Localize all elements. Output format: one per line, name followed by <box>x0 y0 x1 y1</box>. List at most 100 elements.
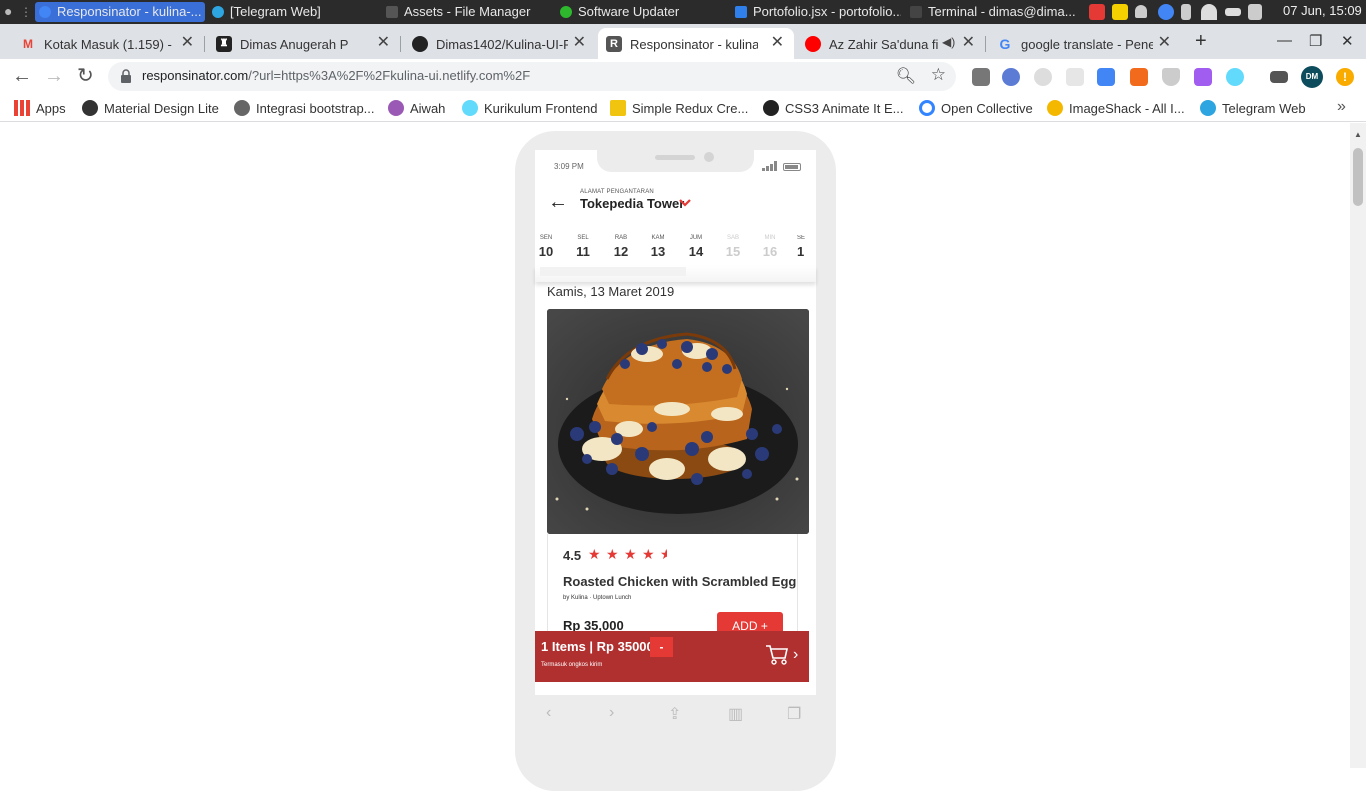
taskbar-item-software-updater[interactable]: Software Updater <box>556 2 726 22</box>
cart-summary: 1 Items | Rp 35000 <box>541 639 654 654</box>
chevron-down-icon[interactable] <box>678 197 692 209</box>
food-card[interactable]: 4.5 ★ ★ ★ ★ ★ Roasted Chicken with Scram… <box>547 309 809 644</box>
taskbar-item-responsinator[interactable]: Responsinator - kulina-... <box>35 2 205 22</box>
volume-icon[interactable] <box>1248 4 1262 20</box>
tab-dimas[interactable]: ♜ Dimas Anugerah P ✕ <box>208 28 401 59</box>
tab-responsinator[interactable]: R Responsinator - kulina- ✕ <box>598 28 794 59</box>
chart-extension-icon[interactable] <box>1130 68 1148 86</box>
day-selector-item[interactable]: RAB 12 <box>606 235 636 259</box>
minimize-icon[interactable]: — <box>1277 32 1292 49</box>
day-selector-item[interactable]: SEL 11 <box>568 235 598 259</box>
taskbar-label: Assets - File Manager <box>404 4 531 19</box>
translate-extension-icon[interactable] <box>1097 68 1115 86</box>
taskbar-item-vscode[interactable]: Portofolio.jsx - portofolio... <box>731 2 901 22</box>
extension-icon[interactable] <box>1066 68 1084 86</box>
battery-tray-icon[interactable] <box>1225 8 1241 16</box>
taskbar-label: Software Updater <box>578 4 680 19</box>
chrome-tray-icon[interactable] <box>1158 4 1174 20</box>
bookmark-integrasi-bootstrap[interactable]: Integrasi bootstrap... <box>234 100 375 117</box>
food-photo[interactable] <box>547 309 809 534</box>
bookmark-star-icon[interactable]: ☆ <box>931 65 946 85</box>
day-selector-item[interactable]: SE 1 <box>797 235 811 259</box>
new-tab-icon[interactable]: + <box>1195 30 1207 53</box>
day-selector-item[interactable]: KAM 13 <box>643 235 673 259</box>
tabs-icon[interactable]: ❐ <box>787 704 801 724</box>
tab-github[interactable]: Dimas1402/Kulina-UI-Pl ✕ <box>404 28 596 59</box>
bookmark-simple-redux[interactable]: Simple Redux Cre... <box>610 100 748 117</box>
apple-logo-icon[interactable]: ● <box>4 3 18 19</box>
bookmark-telegram-web[interactable]: Telegram Web <box>1200 100 1306 117</box>
extension-icon[interactable] <box>1034 68 1052 86</box>
page-scrollbar[interactable] <box>1350 123 1366 768</box>
bookmark-material-design-lite[interactable]: Material Design Lite <box>82 100 219 117</box>
phone-back-icon[interactable]: ‹ <box>546 704 551 722</box>
scrollbar-thumb[interactable] <box>1353 148 1363 206</box>
bookmark-kurikulum-frontend[interactable]: Kurikulum Frontend <box>462 100 597 117</box>
date-scroll-indicator <box>540 267 686 276</box>
react-devtools-icon[interactable] <box>1226 68 1244 86</box>
scroll-up-icon[interactable]: ▲ <box>1354 130 1362 139</box>
taskbar-item-file-manager[interactable]: Assets - File Manager <box>382 2 552 22</box>
audio-playing-icon[interactable]: ◀) <box>942 35 955 49</box>
url-text[interactable]: responsinator.com/?url=https%3A%2F%2Fkul… <box>142 68 530 83</box>
bookmarks-book-icon[interactable]: ▥ <box>728 704 743 724</box>
bluetooth-icon[interactable] <box>1181 4 1191 20</box>
bookmark-imageshack[interactable]: ImageShack - All I... <box>1047 100 1185 117</box>
pencil-icon <box>610 100 626 116</box>
address-toolbar: ← → ↻ responsinator.com/?url=https%3A%2F… <box>0 59 1366 94</box>
restore-icon[interactable]: ❐ <box>1309 32 1322 50</box>
apps-grid-icon <box>14 100 30 116</box>
feather-extension-icon[interactable] <box>1194 68 1212 86</box>
close-tab-icon[interactable]: ✕ <box>573 34 586 52</box>
tab-gmail[interactable]: M Kotak Masuk (1.159) - a ✕ <box>12 28 205 59</box>
alert-icon[interactable]: ! <box>1336 68 1354 86</box>
sticky-notes-icon[interactable] <box>1112 4 1128 20</box>
bookmark-open-collective[interactable]: Open Collective <box>919 100 1033 117</box>
star-icon: ★ <box>606 546 619 562</box>
close-tab-icon[interactable]: ✕ <box>771 34 784 52</box>
shield-extension-icon[interactable] <box>1162 68 1180 86</box>
bookmark-css3-animate[interactable]: CSS3 Animate It E... <box>763 100 904 117</box>
day-selector-item[interactable]: MIN 16 <box>755 235 785 259</box>
remove-item-button[interactable]: - <box>650 637 673 657</box>
taskbar-item-telegram[interactable]: [Telegram Web] <box>208 2 378 22</box>
delivery-address-value[interactable]: Tokepedia Tower <box>580 196 684 211</box>
back-arrow-icon[interactable]: ← <box>548 190 568 214</box>
profile-avatar[interactable]: DM <box>1301 66 1323 88</box>
extension-icon[interactable] <box>1002 68 1020 86</box>
tray-app-icon[interactable] <box>1089 4 1105 20</box>
tab-google-translate[interactable]: G google translate - Pene ✕ <box>989 28 1181 59</box>
cart-bar[interactable]: 1 Items | Rp 35000 - Termasuk ongkos kir… <box>535 631 809 682</box>
reload-icon[interactable]: ↻ <box>77 65 94 87</box>
github-icon <box>412 36 428 52</box>
close-tab-icon[interactable]: ✕ <box>181 34 194 52</box>
menu-dots-icon[interactable]: ⋮ <box>20 4 32 20</box>
os-clock[interactable]: 07 Jun, 15:09 <box>1283 0 1362 22</box>
close-tab-icon[interactable]: ✕ <box>1158 34 1171 52</box>
forward-icon[interactable]: → <box>44 65 64 87</box>
close-tab-icon[interactable]: ✕ <box>377 34 390 52</box>
chevron-right-icon[interactable]: › <box>793 645 798 665</box>
bookmarks-overflow-icon[interactable]: » <box>1337 98 1346 116</box>
zoom-icon[interactable]: 🔍︎ <box>896 66 916 86</box>
close-tab-icon[interactable]: ✕ <box>962 34 975 52</box>
taskbar-item-terminal[interactable]: Terminal - dimas@dima... <box>906 2 1082 22</box>
bookmark-apps[interactable]: Apps <box>14 100 66 117</box>
media-controls-icon[interactable] <box>1270 71 1288 83</box>
close-window-icon[interactable]: ✕ <box>1341 32 1354 50</box>
eyedropper-extension-icon[interactable] <box>972 68 990 86</box>
bell-icon[interactable] <box>1135 5 1147 18</box>
shopping-cart-icon[interactable] <box>765 644 789 666</box>
tab-youtube[interactable]: Az Zahir Sa'duna fi ◀) ✕ <box>797 28 986 59</box>
day-selector-item[interactable]: SEN 10 <box>531 235 561 259</box>
phone-forward-icon[interactable]: › <box>609 704 614 722</box>
wifi-icon[interactable] <box>1201 4 1217 20</box>
bookmark-aiwah[interactable]: Aiwah <box>388 100 445 117</box>
day-selector-item[interactable]: JUM 14 <box>681 235 711 259</box>
bookmark-label: Material Design Lite <box>104 101 219 116</box>
omnibox[interactable]: responsinator.com/?url=https%3A%2F%2Fkul… <box>108 62 956 91</box>
day-selector-item[interactable]: SAB 15 <box>718 235 748 259</box>
share-icon[interactable]: ⇪ <box>668 704 681 724</box>
bookmark-label: Simple Redux Cre... <box>632 101 749 116</box>
back-icon[interactable]: ← <box>12 65 32 87</box>
